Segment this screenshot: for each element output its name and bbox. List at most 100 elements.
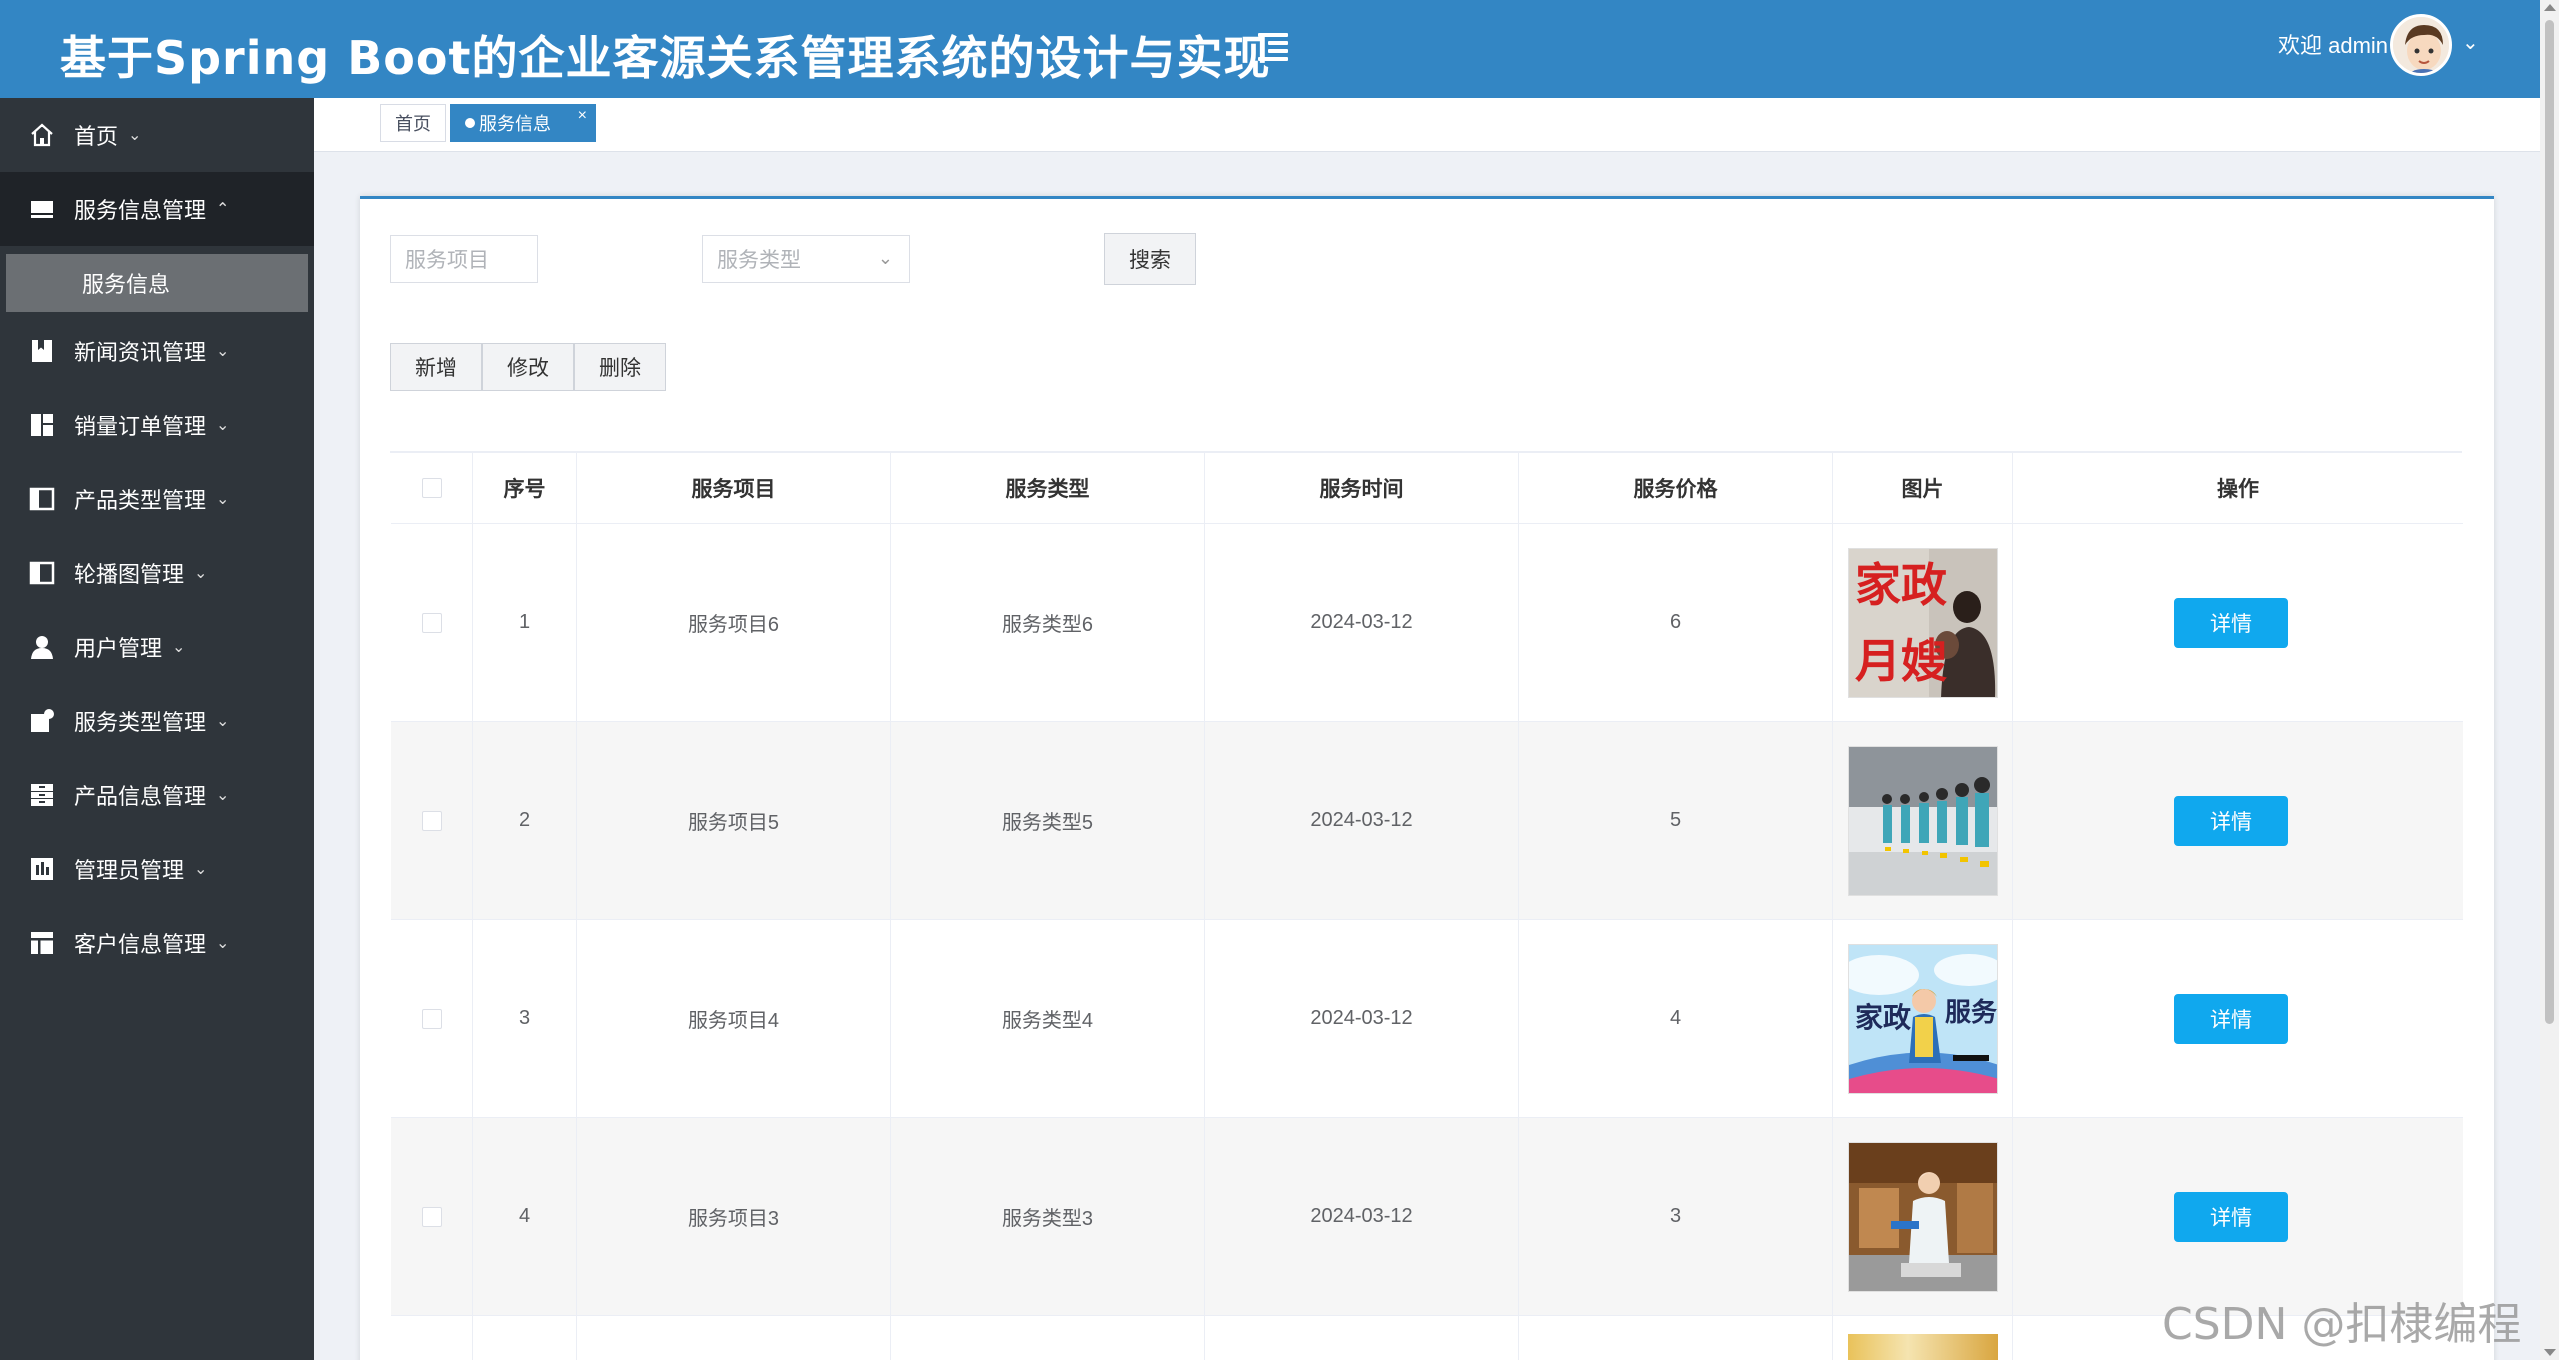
index-cell: 4 xyxy=(473,1118,577,1315)
home-icon xyxy=(28,121,56,149)
sidebar-item-label: 产品类型管理 xyxy=(74,488,207,513)
column-header: 序号 xyxy=(473,452,577,523)
column-header: 服务价格 xyxy=(1519,452,1833,523)
search-button[interactable]: 搜索 xyxy=(1104,233,1196,285)
sidebar-item-label: 客户信息管理 xyxy=(74,932,207,957)
table-header-row: 序号 服务项目 服务类型 服务时间 服务价格 图片 操作 xyxy=(391,452,2463,524)
menu-collapse-icon[interactable] xyxy=(1258,33,1288,61)
table-row: 1 服务项目6 服务类型6 2024-03-12 6 家政 月嫂 详情 xyxy=(391,524,2463,722)
sidebar-item-products[interactable]: 产品信息管理 ⌄ xyxy=(0,758,314,832)
row-checkbox[interactable] xyxy=(421,1008,442,1029)
chevron-down-icon: ⌄ xyxy=(216,343,230,360)
chevron-down-icon[interactable]: ⌄ xyxy=(2462,30,2479,55)
price-cell: 6 xyxy=(1519,524,1833,721)
chevron-up-icon: ⌃ xyxy=(216,201,230,218)
chevron-down-icon: ⌄ xyxy=(216,491,230,508)
table-row xyxy=(391,1316,2463,1360)
chevron-down-icon: ⌄ xyxy=(128,127,142,144)
service-image xyxy=(1847,745,1998,896)
service-image xyxy=(1847,1141,1998,1292)
chart-icon xyxy=(28,855,56,883)
sidebar-item-label: 管理员管理 xyxy=(74,858,185,883)
sidebar-item-service-types[interactable]: 服务类型管理 ⌄ xyxy=(0,684,314,758)
detail-button[interactable]: 详情 xyxy=(2174,597,2288,648)
active-dot-icon xyxy=(465,118,475,128)
sidebar-item-customers[interactable]: 客户信息管理 ⌄ xyxy=(0,906,314,980)
sidebar-item-news[interactable]: 新闻资讯管理 ⌄ xyxy=(0,314,314,388)
type-cell xyxy=(891,1316,1205,1360)
data-table: 序号 服务项目 服务类型 服务时间 服务价格 图片 操作 1 服务项目6 服务类… xyxy=(390,451,2463,1360)
sidebar-item-label: 用户管理 xyxy=(74,636,163,661)
sidebar-item-home[interactable]: 首页 ⌄ xyxy=(0,98,314,172)
thumb-text: 家政 xyxy=(1855,1001,1911,1034)
sidebar-item-orders[interactable]: 销量订单管理 ⌄ xyxy=(0,388,314,462)
doc-add-icon xyxy=(28,707,56,735)
tab-home[interactable]: 首页 xyxy=(380,104,446,142)
column-header: 图片 xyxy=(1833,452,2013,523)
chevron-down-icon: ⌄ xyxy=(216,787,230,804)
tab-service-info[interactable]: 服务信息 × xyxy=(450,104,596,142)
service-type-select[interactable]: 服务类型 ⌄ xyxy=(702,235,910,283)
select-all-checkbox[interactable] xyxy=(421,477,442,498)
carousel-icon xyxy=(28,559,56,587)
service-image: 家政 服务 xyxy=(1847,943,1998,1094)
row-checkbox[interactable] xyxy=(421,1206,442,1227)
scroll-thumb[interactable] xyxy=(2545,20,2554,1024)
row-select-cell xyxy=(391,1316,473,1360)
scroll-down-arrow-icon[interactable] xyxy=(2544,1349,2556,1356)
sidebar-item-carousel[interactable]: 轮播图管理 ⌄ xyxy=(0,536,314,610)
action-cell: 详情 xyxy=(2013,920,2463,1117)
row-checkbox[interactable] xyxy=(421,612,442,633)
avatar[interactable] xyxy=(2390,14,2452,76)
chevron-down-icon: ⌄ xyxy=(194,565,208,582)
main-card: 服务项目 服务类型 ⌄ 搜索 新增 修改 删除 序号 服务项目 服务类型 服务时… xyxy=(360,196,2494,1360)
price-cell: 5 xyxy=(1519,722,1833,919)
sidebar-item-service-info[interactable]: 服务信息管理 ⌃ xyxy=(0,172,314,246)
project-cell xyxy=(577,1316,891,1360)
close-icon[interactable]: × xyxy=(578,107,587,125)
type-cell: 服务类型4 xyxy=(891,920,1205,1117)
type-cell: 服务类型3 xyxy=(891,1118,1205,1315)
chevron-down-icon: ⌄ xyxy=(172,639,186,656)
dashboard-icon xyxy=(28,411,56,439)
delete-button[interactable]: 删除 xyxy=(574,343,666,391)
project-cell: 服务项目6 xyxy=(577,524,891,721)
service-info-icon xyxy=(28,195,56,223)
detail-button[interactable]: 详情 xyxy=(2174,993,2288,1044)
select-placeholder: 服务类型 xyxy=(717,249,801,272)
service-project-input[interactable]: 服务项目 xyxy=(390,235,538,283)
index-cell: 1 xyxy=(473,524,577,721)
detail-button[interactable]: 详情 xyxy=(2174,795,2288,846)
project-cell: 服务项目4 xyxy=(577,920,891,1117)
sidebar-item-label: 服务信息管理 xyxy=(74,198,207,223)
thumb-text: 月嫂 xyxy=(1855,634,1947,688)
row-select-cell xyxy=(391,524,473,721)
tab-label: 服务信息 xyxy=(479,114,551,134)
scroll-up-arrow-icon[interactable] xyxy=(2544,4,2556,11)
user-icon xyxy=(28,633,56,661)
chevron-down-icon: ⌄ xyxy=(216,935,230,952)
row-checkbox[interactable] xyxy=(421,810,442,831)
add-button[interactable]: 新增 xyxy=(390,343,482,391)
sidebar-item-product-types[interactable]: 产品类型管理 ⌄ xyxy=(0,462,314,536)
sidebar-item-users[interactable]: 用户管理 ⌄ xyxy=(0,610,314,684)
edit-button[interactable]: 修改 xyxy=(482,343,574,391)
time-cell: 2024-03-12 xyxy=(1205,1118,1519,1315)
type-cell: 服务类型5 xyxy=(891,722,1205,919)
page-scrollbar[interactable] xyxy=(2540,0,2559,1360)
project-cell: 服务项目3 xyxy=(577,1118,891,1315)
service-image xyxy=(1847,1334,1998,1360)
chevron-down-icon: ⌄ xyxy=(194,861,208,878)
image-cell xyxy=(1833,722,2013,919)
detail-button[interactable]: 详情 xyxy=(2174,1191,2288,1242)
index-cell: 2 xyxy=(473,722,577,919)
image-cell: 家政 月嫂 xyxy=(1833,524,2013,721)
time-cell: 2024-03-12 xyxy=(1205,524,1519,721)
chevron-down-icon: ⌄ xyxy=(216,417,230,434)
sidebar-item-admins[interactable]: 管理员管理 ⌄ xyxy=(0,832,314,906)
index-cell xyxy=(473,1316,577,1360)
tabs-bar: 首页 服务信息 × xyxy=(314,98,2540,152)
column-header: 服务时间 xyxy=(1205,452,1519,523)
app-title: 基于Spring Boot的企业客源关系管理系统的设计与实现 xyxy=(60,31,1271,85)
sidebar-subitem-service-info[interactable]: 服务信息 xyxy=(6,254,308,312)
